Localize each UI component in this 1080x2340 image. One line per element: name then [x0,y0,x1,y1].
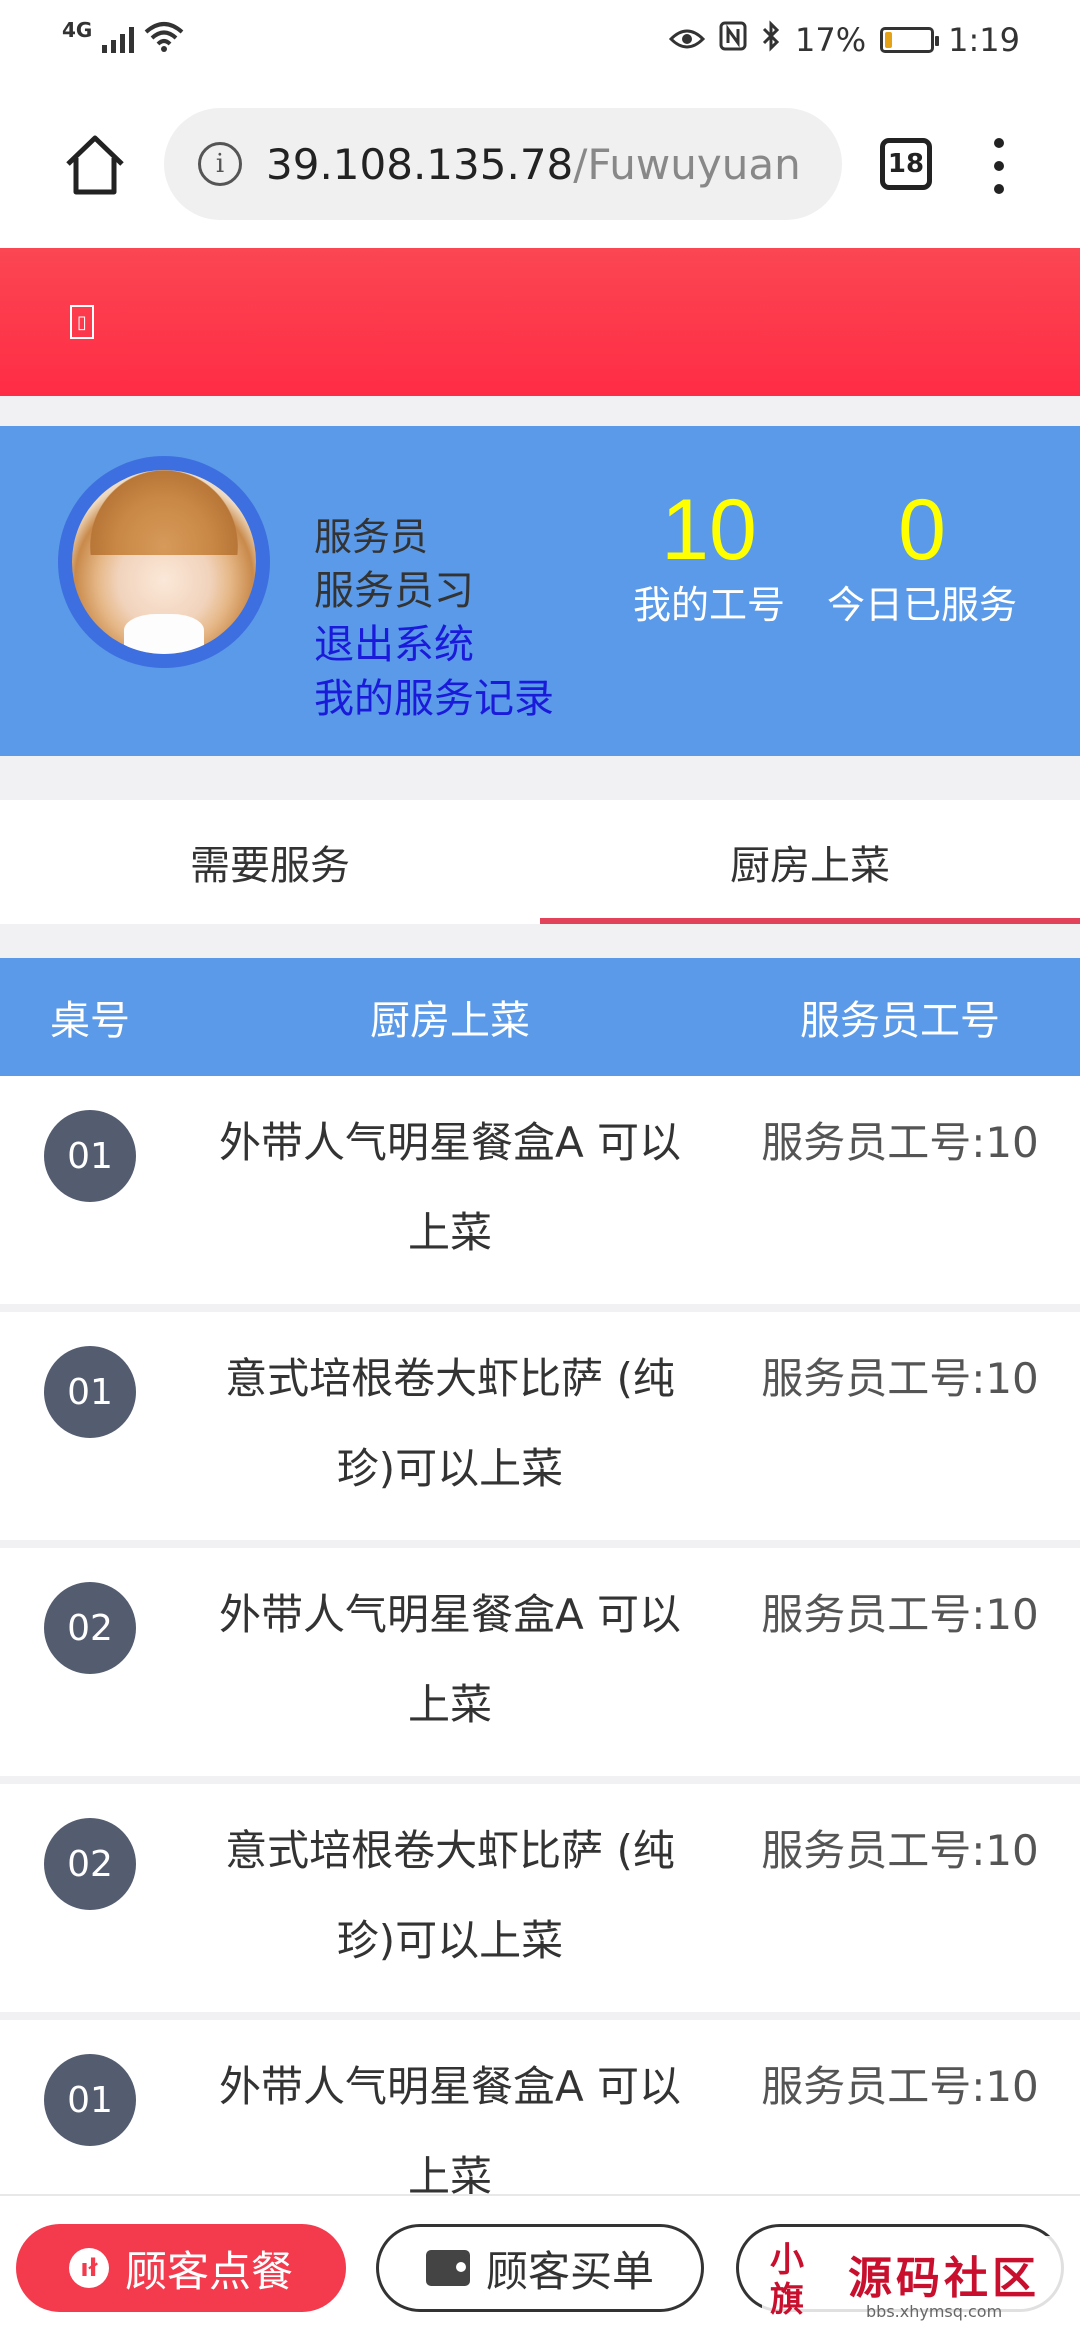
watermark-seal: 小旗 [770,2240,804,2320]
column-header-dish: 厨房上菜 [370,998,530,1044]
service-records-link[interactable]: 我的服务记录 [314,672,554,726]
info-icon[interactable]: i [198,142,242,186]
dish-status: 外带人气明星餐盒A 可以上菜 [218,1590,682,1729]
nfc-icon [719,21,747,59]
customer-pay-button[interactable]: 顾客买单 [376,2224,704,2312]
eye-icon [668,21,706,59]
more-menu-icon[interactable] [992,138,1006,194]
profile-info: 服务员 服务员习 退出系统 我的服务记录 [314,510,554,726]
bluetooth-icon [761,20,781,60]
table-row[interactable]: 02 意式培根卷大虾比萨 (纯珍)可以上菜 服务员工号:10 [0,1784,1080,2012]
stat-served-today: 0 今日已服务 [822,480,1022,630]
stat-value: 0 [898,482,946,578]
stat-employee-id: 10 我的工号 [624,480,794,630]
customer-pay-label: 顾客买单 [485,2246,654,2296]
waiter-id: 服务员工号:10 [761,1590,1039,1639]
table-number-badge: 01 [44,1110,136,1202]
column-header-waiter-id: 服务员工号 [800,998,1000,1044]
dish-status: 外带人气明星餐盒A 可以上菜 [218,2062,682,2194]
signal-icon [102,27,135,53]
customer-order-label: 顾客点餐 [124,2246,293,2296]
fork-knife-icon: ıł [68,2248,109,2288]
url-host: 39.108.135.78 [266,139,574,189]
clock: 1:19 [948,21,1020,59]
tab-bar: 需要服务 厨房上菜 [0,800,1080,924]
network-type: 4G [62,18,93,42]
status-bar: 4G 17% 1:19 [0,0,1080,80]
stat-label: 我的工号 [632,583,785,627]
customer-order-button[interactable]: ıł 顾客点餐 [16,2224,346,2312]
waiter-id: 服务员工号:10 [761,2062,1039,2111]
address-bar[interactable]: i 39.108.135.78/Fuwuyuan [164,108,842,220]
dish-status: 意式培根卷大虾比萨 (纯珍)可以上菜 [225,1354,675,1493]
battery-percent: 17% [795,21,867,59]
status-left: 4G [62,18,184,60]
dish-status: 意式培根卷大虾比萨 (纯珍)可以上菜 [225,1826,675,1965]
table-row[interactable]: 02 外带人气明星餐盒A 可以上菜 服务员工号:10 [0,1548,1080,1776]
url-path: /Fuwuyuan [573,139,801,189]
home-icon [66,135,124,195]
waiter-id: 服务员工号:10 [761,1354,1039,1403]
dish-status: 外带人气明星餐盒A 可以上菜 [218,1118,682,1257]
user-role: 服务员 [314,515,429,559]
page-header: ▯ [0,248,1080,396]
table-number-badge: 01 [44,2054,136,2146]
battery-icon [880,27,940,53]
waiter-id: 服务员工号:10 [761,1118,1039,1167]
home-button[interactable] [62,132,128,198]
table-number-badge: 01 [44,1346,136,1438]
logout-link[interactable]: 退出系统 [314,618,554,672]
back-icon[interactable]: ▯ [70,305,94,339]
waiter-id: 服务员工号:10 [761,1826,1039,1875]
wifi-icon [144,20,184,60]
table-row[interactable]: 01 外带人气明星餐盒A 可以上菜 服务员工号:10 [0,2020,1080,2194]
app-root: 4G 17% 1:19 i 39.108.135.78 /Fuwuyuan 18… [0,0,1080,2340]
watermark: 小旗 源码社区 bbs.xhymsq.com [762,2236,1072,2336]
table-number-badge: 02 [44,1582,136,1674]
tab-need-service[interactable]: 需要服务 [0,800,540,924]
column-header-table-no: 桌号 [50,998,130,1044]
watermark-title: 源码社区 [848,2253,1040,2304]
table-header: 桌号 厨房上菜 服务员工号 [0,958,1080,1076]
battery-fill [885,32,893,48]
watermark-subtitle: bbs.xhymsq.com [866,2302,1003,2321]
table-row[interactable]: 01 意式培根卷大虾比萨 (纯珍)可以上菜 服务员工号:10 [0,1312,1080,1540]
order-list[interactable]: 01 外带人气明星餐盒A 可以上菜 服务员工号:10 01 意式培根卷大虾比萨 … [0,1076,1080,2194]
avatar [58,456,270,668]
wallet-icon [425,2250,470,2286]
avatar-photo [72,470,256,654]
tab-kitchen-serve[interactable]: 厨房上菜 [540,800,1080,924]
table-number-badge: 02 [44,1818,136,1910]
browser-toolbar: i 39.108.135.78/Fuwuyuan 18 [0,80,1080,248]
tab-switcher-button[interactable]: 18 [880,138,932,190]
status-right: 17% 1:19 [668,20,1020,60]
stat-value: 10 [661,482,757,578]
table-row[interactable]: 01 外带人气明星餐盒A 可以上菜 服务员工号:10 [0,1076,1080,1304]
stat-label: 今日已服务 [826,583,1017,627]
user-name: 服务员习 [314,568,474,614]
profile-card: 服务员 服务员习 退出系统 我的服务记录 10 我的工号 0 今日已服务 [0,426,1080,756]
